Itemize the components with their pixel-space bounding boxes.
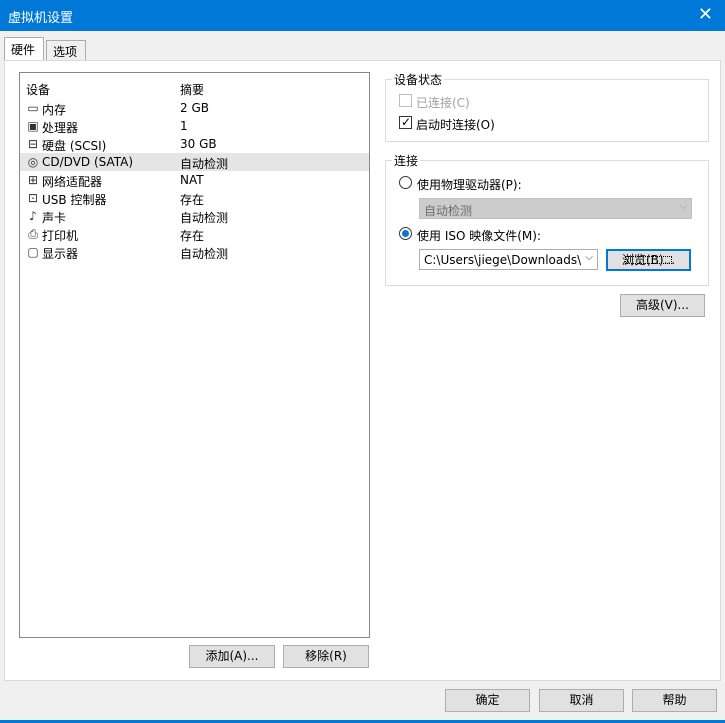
- device-summary: 2 GB: [180, 101, 209, 115]
- help-button-label: 帮助: [662, 693, 687, 707]
- advanced-button-label: 高级(V)...: [635, 298, 690, 312]
- device-name: 声卡: [42, 211, 67, 225]
- memory-icon: ▭: [27, 101, 39, 115]
- device-summary: NAT: [180, 173, 204, 187]
- device-row[interactable]: ◎ CD/DVD (SATA) 自动检测: [20, 153, 369, 171]
- connected-checkbox[interactable]: 已连接(C): [399, 93, 599, 110]
- iso-image-radio-circle: [399, 227, 412, 240]
- device-name: 处理器: [42, 121, 79, 135]
- help-button[interactable]: 帮助: [632, 689, 717, 712]
- device-status-group: 设备状态 已连接(C) ✓ 启动时连接(O): [385, 71, 709, 142]
- connection-group: 连接 使用物理驱动器(P): 自动检测 ⌵ 使用 ISO 映像文件(M): C:…: [385, 152, 709, 286]
- ok-button[interactable]: 确定: [445, 689, 530, 712]
- physical-drive-radio-circle: [399, 176, 412, 189]
- chevron-down-icon[interactable]: ⌵: [585, 252, 593, 263]
- connect-at-power-on-checkbox[interactable]: ✓ 启动时连接(O): [399, 115, 599, 132]
- tab-options-label: 选项: [53, 45, 78, 59]
- iso-path-combobox[interactable]: C:\Users\jiege\Downloads\u ⌵: [419, 249, 598, 270]
- physical-drive-select[interactable]: 自动检测 ⌵: [419, 198, 692, 219]
- iso-path-value: C:\Users\jiege\Downloads\u: [424, 253, 581, 267]
- sound-card-icon: ♪: [29, 209, 37, 223]
- hard-disk-icon: ⊟: [27, 137, 39, 151]
- physical-drive-label: 使用物理驱动器(P):: [417, 178, 522, 192]
- chevron-down-icon: ⌵: [679, 201, 687, 212]
- iso-image-radio[interactable]: 使用 ISO 映像文件(M):: [399, 226, 599, 243]
- dialog-footer: 确定 取消 帮助: [0, 681, 725, 723]
- add-device-button-label: 添加(A)...: [205, 649, 259, 663]
- processor-icon: ▣: [27, 119, 39, 133]
- remove-device-button[interactable]: 移除(R): [283, 645, 369, 668]
- tab-options[interactable]: 选项: [46, 40, 86, 60]
- connection-legend: 连接: [392, 152, 421, 169]
- device-row[interactable]: ⎙ 打印机 存在: [20, 225, 369, 243]
- physical-drive-radio[interactable]: 使用物理驱动器(P):: [399, 175, 599, 192]
- device-list[interactable]: 设备 摘要 ▭ 内存 2 GB ▣ 处理器 1 ⊟ 硬盘 (SCSI) 30 GB ◎ CD/DVD…: [19, 72, 370, 638]
- device-row[interactable]: ▣ 处理器 1: [20, 117, 369, 135]
- device-status-legend: 设备状态: [392, 71, 445, 88]
- checkmark-icon: ✓: [401, 115, 412, 129]
- device-row[interactable]: ⊞ 网络适配器 NAT: [20, 171, 369, 189]
- iso-image-label: 使用 ISO 映像文件(M):: [417, 229, 541, 243]
- device-row[interactable]: ♪ 声卡 自动检测: [20, 207, 369, 225]
- hardware-panel: 设备 摘要 ▭ 内存 2 GB ▣ 处理器 1 ⊟ 硬盘 (SCSI) 30 GB ◎ CD/DVD…: [4, 60, 721, 681]
- title-bar: 虚拟机设置 ✕: [0, 0, 725, 31]
- connect-at-power-on-checkbox-box: ✓: [399, 115, 412, 129]
- device-name: 显示器: [42, 247, 79, 261]
- printer-icon: ⎙: [28, 227, 38, 241]
- device-summary: 1: [180, 119, 188, 133]
- device-name: 内存: [42, 103, 67, 117]
- browse-button-label: 浏览(B)...: [621, 253, 676, 267]
- connected-checkbox-label: 已连接(C): [416, 96, 470, 110]
- usb-controller-icon: ⊡: [27, 191, 39, 205]
- device-name: 打印机: [42, 229, 79, 243]
- connect-at-power-on-label: 启动时连接(O): [416, 118, 495, 132]
- cancel-button-label: 取消: [569, 693, 594, 707]
- browse-button[interactable]: 浏览(B)...: [606, 249, 691, 271]
- device-list-header: 设备 摘要: [20, 81, 369, 97]
- device-row[interactable]: ▭ 内存 2 GB: [20, 99, 369, 117]
- radio-selected-dot: [402, 230, 409, 237]
- advanced-button[interactable]: 高级(V)...: [620, 294, 705, 317]
- device-name: CD/DVD (SATA): [42, 155, 134, 169]
- window-title: 虚拟机设置: [8, 11, 74, 26]
- physical-drive-select-value: 自动检测: [424, 204, 473, 218]
- device-name: 硬盘 (SCSI): [42, 139, 107, 153]
- connected-checkbox-box: [399, 94, 412, 107]
- device-summary: 存在: [180, 229, 205, 243]
- column-header-summary[interactable]: 摘要: [180, 81, 204, 98]
- device-summary: 30 GB: [180, 137, 217, 151]
- network-adapter-icon: ⊞: [27, 173, 39, 187]
- add-device-button[interactable]: 添加(A)...: [189, 645, 275, 668]
- tab-hardware[interactable]: 硬件: [4, 37, 44, 60]
- device-summary: 自动检测: [180, 211, 229, 225]
- device-row[interactable]: ▢ 显示器 自动检测: [20, 243, 369, 261]
- tab-hardware-label: 硬件: [11, 43, 36, 57]
- display-icon: ▢: [27, 245, 39, 259]
- ok-button-label: 确定: [475, 693, 500, 707]
- device-row[interactable]: ⊟ 硬盘 (SCSI) 30 GB: [20, 135, 369, 153]
- device-row[interactable]: ⊡ USB 控制器 存在: [20, 189, 369, 207]
- close-icon[interactable]: ✕: [698, 4, 713, 25]
- device-summary: 自动检测: [180, 247, 229, 261]
- device-name: 网络适配器: [42, 175, 103, 189]
- column-header-device[interactable]: 设备: [26, 81, 50, 98]
- remove-device-button-label: 移除(R): [305, 649, 347, 663]
- device-name: USB 控制器: [42, 193, 107, 207]
- cancel-button[interactable]: 取消: [539, 689, 624, 712]
- device-summary: 存在: [180, 193, 205, 207]
- cd-dvd-icon: ◎: [27, 155, 39, 169]
- device-summary: 自动检测: [180, 157, 229, 171]
